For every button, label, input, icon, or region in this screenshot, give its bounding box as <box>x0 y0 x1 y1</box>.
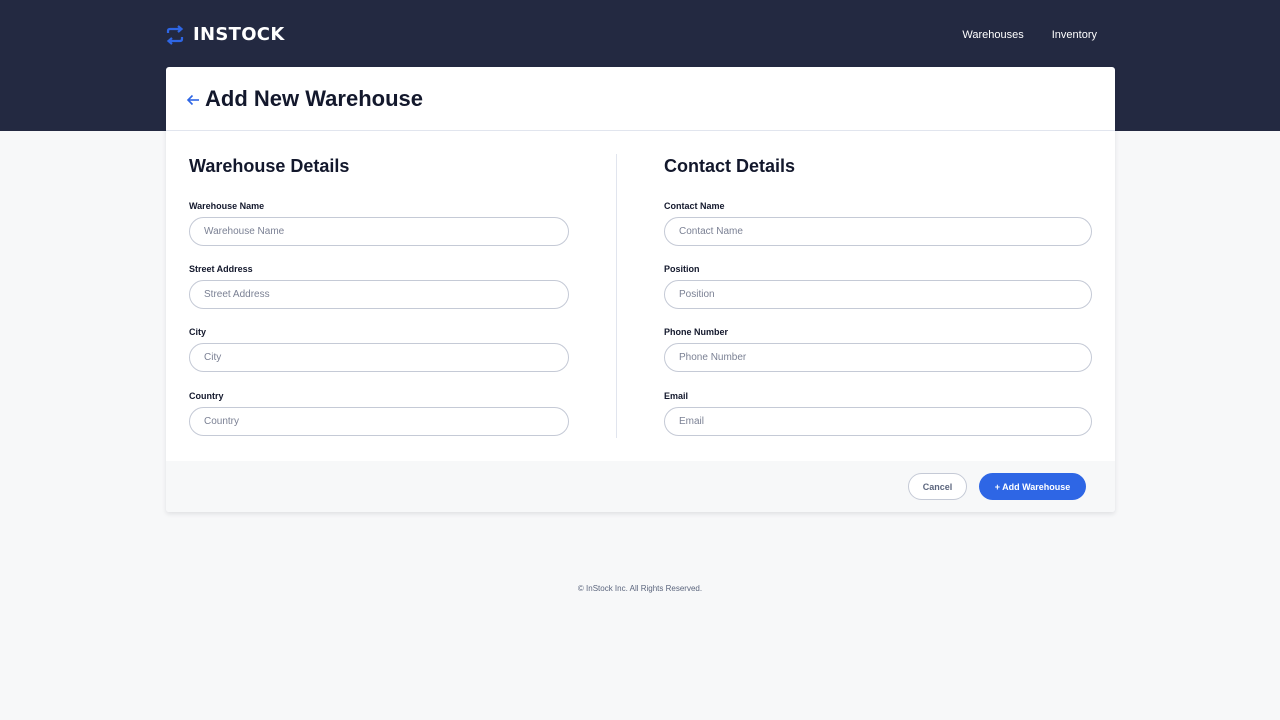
swap-arrows-icon <box>165 24 185 45</box>
warehouse-name-field: Warehouse Name <box>189 200 569 246</box>
warehouse-details-title: Warehouse Details <box>189 156 350 176</box>
nav-item-inventory[interactable]: Inventory <box>1040 23 1109 47</box>
contact-name-label: Contact Name <box>664 201 725 211</box>
nav-item-warehouses[interactable]: Warehouses <box>950 23 1035 47</box>
warehouse-name-label: Warehouse Name <box>189 201 265 211</box>
street-address-input[interactable] <box>189 280 569 309</box>
email-label: Email <box>664 391 689 401</box>
section-divider <box>616 154 617 438</box>
phone-number-input[interactable] <box>664 343 1092 372</box>
city-input[interactable] <box>189 343 569 372</box>
city-field: City <box>189 326 569 372</box>
page-title: Add New Warehouse <box>205 85 423 111</box>
street-address-field: Street Address <box>189 263 569 309</box>
card-header: Add New Warehouse <box>166 67 1115 131</box>
main-nav: Warehouses Inventory <box>950 23 1109 47</box>
copyright-text: © InStock Inc. All Rights Reserved. <box>577 584 703 593</box>
street-address-label: Street Address <box>189 264 253 274</box>
position-label: Position <box>664 264 700 274</box>
position-field: Position <box>664 263 1092 309</box>
country-input[interactable] <box>189 407 569 436</box>
contact-name-input[interactable] <box>664 217 1092 246</box>
email-field: Email <box>664 390 1092 436</box>
contact-name-field: Contact Name <box>664 200 1092 246</box>
logo-text: INSTOCK <box>193 24 285 45</box>
country-field: Country <box>189 390 569 436</box>
contact-details-title: Contact Details <box>664 156 796 176</box>
warehouse-form: Warehouse Details Warehouse Name Street … <box>166 131 1115 461</box>
email-input[interactable] <box>664 407 1092 436</box>
add-warehouse-card: Add New Warehouse Warehouse Details Ware… <box>166 67 1115 512</box>
top-header: INSTOCK Warehouses Inventory <box>165 0 1115 67</box>
country-label: Country <box>189 391 224 401</box>
form-actions-bar: Cancel + Add Warehouse <box>166 461 1115 512</box>
position-input[interactable] <box>664 280 1092 309</box>
city-label: City <box>189 327 207 337</box>
arrow-left-icon[interactable] <box>186 93 200 107</box>
warehouse-name-input[interactable] <box>189 217 569 246</box>
phone-number-field: Phone Number <box>664 326 1092 372</box>
phone-number-label: Phone Number <box>664 327 729 337</box>
cancel-button[interactable]: Cancel <box>908 473 967 500</box>
logo[interactable]: INSTOCK <box>165 24 285 45</box>
add-warehouse-button[interactable]: + Add Warehouse <box>979 473 1086 500</box>
